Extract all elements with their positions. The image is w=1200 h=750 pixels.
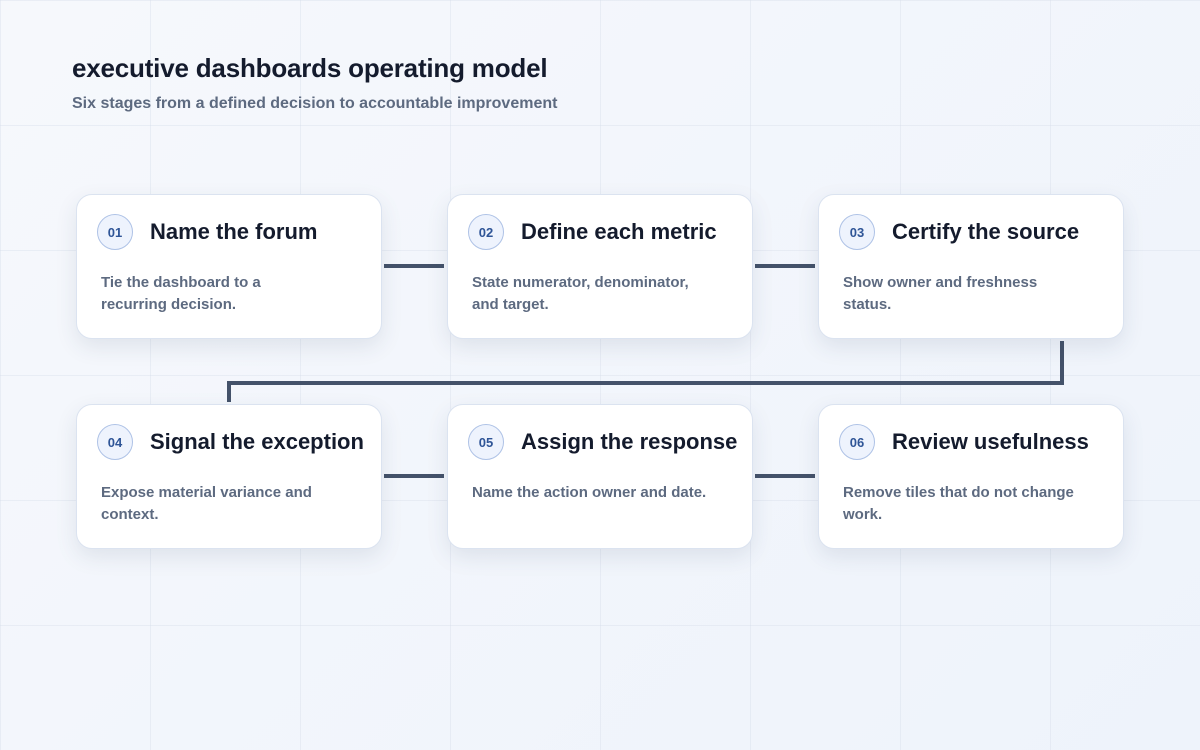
- stage-number-badge: 04: [97, 424, 133, 460]
- stage-description: Name the action owner and date.: [472, 484, 707, 501]
- stage-number-badge: 01: [97, 214, 133, 250]
- stage-card-03: 03 Certify the source Show owner and fre…: [818, 194, 1124, 339]
- stage-description: Expose material variance and context.: [101, 484, 312, 523]
- stage-title: Signal the exception: [150, 429, 364, 454]
- stage-card-06: 06 Review usefulness Remove tiles that d…: [818, 404, 1124, 549]
- stage-number-badge: 05: [468, 424, 504, 460]
- stage-description: State numerator, denominator, and target…: [472, 274, 689, 313]
- stage-number-badge: 06: [839, 424, 875, 460]
- stage-card-01: 01 Name the forum Tie the dashboard to a…: [76, 194, 382, 339]
- stage-title: Review usefulness: [892, 429, 1089, 454]
- stage-title: Define each metric: [521, 219, 717, 244]
- stage-description: Show owner and freshness status.: [843, 274, 1038, 313]
- stage-title: Name the forum: [150, 219, 318, 244]
- stage-card-05: 05 Assign the response Name the action o…: [447, 404, 753, 549]
- connector-03-04: [227, 341, 1064, 402]
- stage-title: Certify the source: [892, 219, 1080, 244]
- stage-description: Tie the dashboard to a recurring decisio…: [101, 274, 261, 313]
- stage-title: Assign the response: [521, 429, 738, 454]
- connector-lines: [227, 264, 1064, 478]
- stage-card-04: 04 Signal the exception Expose material …: [76, 404, 382, 549]
- stage-number-badge: 03: [839, 214, 875, 250]
- stage-number-badge: 02: [468, 214, 504, 250]
- stage-description: Remove tiles that do not change work.: [843, 484, 1074, 523]
- stage-card-02: 02 Define each metric State numerator, d…: [447, 194, 753, 339]
